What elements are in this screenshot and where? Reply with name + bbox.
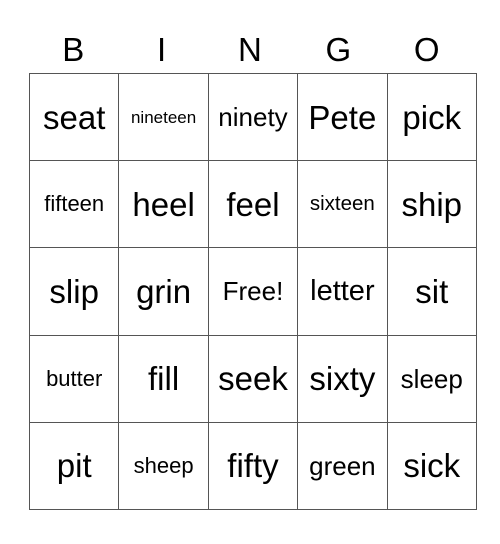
bingo-cell[interactable]: nineteen	[118, 72, 209, 162]
bingo-header: B I N G O	[29, 28, 471, 72]
bingo-cell[interactable]: fill	[118, 334, 209, 423]
header-letter-b: B	[62, 31, 85, 68]
bingo-cell[interactable]: grin	[118, 247, 209, 336]
bingo-cell[interactable]: sleep	[386, 334, 477, 423]
header-letter-i: I	[157, 31, 167, 68]
bingo-cell[interactable]: seek	[207, 334, 299, 423]
grid-row: slip grin Free! letter sit	[28, 247, 477, 336]
bingo-cell[interactable]: sixteen	[297, 160, 388, 249]
bingo-cell[interactable]: sit	[386, 247, 477, 336]
bingo-cell[interactable]: letter	[297, 247, 388, 336]
bingo-cell[interactable]: feel	[207, 160, 299, 249]
header-letter-o: O	[413, 31, 440, 68]
grid-row: pit sheep fifty green sick	[28, 421, 477, 510]
bingo-cell[interactable]: fifteen	[28, 160, 120, 249]
grid-row: seat nineteen ninety Pete pick	[28, 72, 477, 162]
bingo-cell-free[interactable]: Free!	[207, 247, 299, 336]
header-letter-g: G	[325, 31, 352, 68]
bingo-cell[interactable]: seat	[28, 72, 120, 162]
bingo-cell[interactable]: pick	[386, 72, 477, 162]
bingo-cell[interactable]: sheep	[118, 421, 209, 510]
grid-row: butter fill seek sixty sleep	[28, 334, 477, 423]
bingo-cell[interactable]: Pete	[297, 72, 388, 162]
bingo-cell[interactable]: slip	[28, 247, 120, 336]
bingo-cell[interactable]: ship	[386, 160, 477, 249]
bingo-cell[interactable]: heel	[118, 160, 209, 249]
bingo-cell[interactable]: pit	[28, 421, 120, 510]
bingo-cell[interactable]: sick	[386, 421, 477, 510]
bingo-cell[interactable]: butter	[28, 334, 120, 423]
grid-row: fifteen heel feel sixteen ship	[28, 160, 477, 249]
bingo-cell[interactable]: green	[297, 421, 388, 510]
bingo-cell[interactable]: ninety	[207, 72, 299, 162]
bingo-grid: seat nineteen ninety Pete pick fifteen h…	[28, 72, 477, 510]
header-letter-n: N	[238, 31, 262, 68]
bingo-cell[interactable]: fifty	[207, 421, 299, 510]
bingo-cell[interactable]: sixty	[297, 334, 388, 423]
